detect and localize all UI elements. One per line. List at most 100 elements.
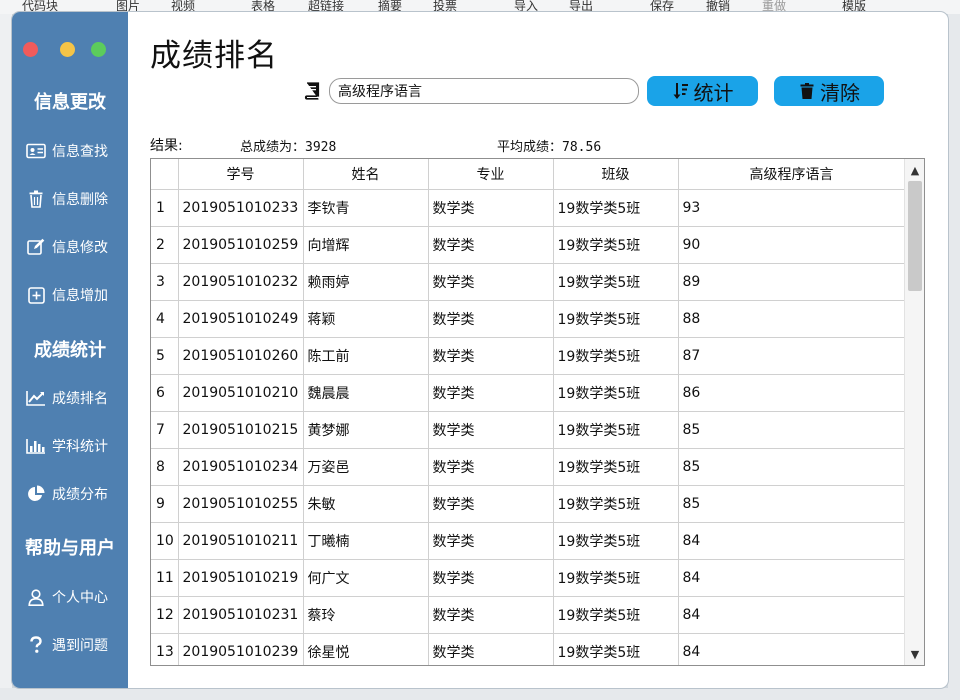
major-cell[interactable]: 数学类 xyxy=(428,633,554,665)
student-id-cell[interactable]: 2019051010231 xyxy=(178,596,304,634)
scrollbar-thumb[interactable] xyxy=(908,181,922,291)
column-header[interactable]: 专业 xyxy=(428,159,554,190)
course-input[interactable] xyxy=(329,78,639,104)
table-row[interactable]: 4 2019051010249 蒋颖 数学类 19数学类5班 88 xyxy=(151,300,906,338)
major-cell[interactable]: 数学类 xyxy=(428,596,554,634)
name-cell[interactable]: 徐星悦 xyxy=(303,633,429,665)
maximize-window-button[interactable] xyxy=(91,42,106,57)
sidebar-item-subject-stats[interactable]: 学科统计 xyxy=(26,434,126,458)
column-header[interactable]: 学号 xyxy=(178,159,304,190)
vertical-scrollbar[interactable]: ▲ ▼ xyxy=(904,159,924,665)
sidebar-item-info-delete[interactable]: 信息删除 xyxy=(26,187,126,211)
sidebar-item-info-search[interactable]: 信息查找 xyxy=(26,139,126,163)
score-cell[interactable]: 84 xyxy=(678,559,906,597)
table-row[interactable]: 7 2019051010215 黄梦娜 数学类 19数学类5班 85 xyxy=(151,411,906,449)
table-row[interactable]: 13 2019051010239 徐星悦 数学类 19数学类5班 84 xyxy=(151,633,906,665)
clear-button[interactable]: 清除 xyxy=(774,76,884,106)
name-cell[interactable]: 蒋颖 xyxy=(303,300,429,338)
score-cell[interactable]: 88 xyxy=(678,300,906,338)
student-id-cell[interactable]: 2019051010219 xyxy=(178,559,304,597)
table-row[interactable]: 10 2019051010211 丁曦楠 数学类 19数学类5班 84 xyxy=(151,522,906,560)
table-row[interactable]: 1 2019051010233 李钦青 数学类 19数学类5班 93 xyxy=(151,189,906,227)
sidebar-item-info-edit[interactable]: 信息修改 xyxy=(26,235,126,259)
major-cell[interactable]: 数学类 xyxy=(428,189,554,227)
student-id-cell[interactable]: 2019051010255 xyxy=(178,485,304,523)
student-id-cell[interactable]: 2019051010259 xyxy=(178,226,304,264)
sidebar-item-score-distribution[interactable]: 成绩分布 xyxy=(26,482,126,506)
table-row[interactable]: 9 2019051010255 朱敏 数学类 19数学类5班 85 xyxy=(151,485,906,523)
score-cell[interactable]: 90 xyxy=(678,226,906,264)
student-id-cell[interactable]: 2019051010249 xyxy=(178,300,304,338)
sidebar-item-personal-center[interactable]: 个人中心 xyxy=(26,585,126,609)
student-id-cell[interactable]: 2019051010232 xyxy=(178,263,304,301)
minimize-window-button[interactable] xyxy=(60,42,75,57)
major-cell[interactable]: 数学类 xyxy=(428,337,554,375)
major-cell[interactable]: 数学类 xyxy=(428,226,554,264)
major-cell[interactable]: 数学类 xyxy=(428,411,554,449)
score-cell[interactable]: 86 xyxy=(678,374,906,412)
column-header[interactable]: 姓名 xyxy=(303,159,429,190)
table-row[interactable]: 2 2019051010259 向增辉 数学类 19数学类5班 90 xyxy=(151,226,906,264)
name-cell[interactable]: 黄梦娜 xyxy=(303,411,429,449)
table-row[interactable]: 5 2019051010260 陈工前 数学类 19数学类5班 87 xyxy=(151,337,906,375)
class-cell[interactable]: 19数学类5班 xyxy=(553,596,679,634)
score-cell[interactable]: 85 xyxy=(678,448,906,486)
score-cell[interactable]: 84 xyxy=(678,633,906,665)
name-cell[interactable]: 何广文 xyxy=(303,559,429,597)
class-cell[interactable]: 19数学类5班 xyxy=(553,300,679,338)
table-row[interactable]: 11 2019051010219 何广文 数学类 19数学类5班 84 xyxy=(151,559,906,597)
column-header[interactable]: 班级 xyxy=(553,159,679,190)
table-row[interactable]: 12 2019051010231 蔡玲 数学类 19数学类5班 84 xyxy=(151,596,906,634)
major-cell[interactable]: 数学类 xyxy=(428,522,554,560)
class-cell[interactable]: 19数学类5班 xyxy=(553,448,679,486)
column-header[interactable]: 高级程序语言 xyxy=(678,159,906,190)
name-cell[interactable]: 朱敏 xyxy=(303,485,429,523)
class-cell[interactable]: 19数学类5班 xyxy=(553,522,679,560)
class-cell[interactable]: 19数学类5班 xyxy=(553,633,679,665)
student-id-cell[interactable]: 2019051010234 xyxy=(178,448,304,486)
table-row[interactable]: 3 2019051010232 赖雨婷 数学类 19数学类5班 89 xyxy=(151,263,906,301)
student-id-cell[interactable]: 2019051010211 xyxy=(178,522,304,560)
major-cell[interactable]: 数学类 xyxy=(428,263,554,301)
name-cell[interactable]: 万姿邑 xyxy=(303,448,429,486)
score-cell[interactable]: 84 xyxy=(678,522,906,560)
class-cell[interactable]: 19数学类5班 xyxy=(553,226,679,264)
class-cell[interactable]: 19数学类5班 xyxy=(553,263,679,301)
name-cell[interactable]: 蔡玲 xyxy=(303,596,429,634)
class-cell[interactable]: 19数学类5班 xyxy=(553,559,679,597)
student-id-cell[interactable]: 2019051010239 xyxy=(178,633,304,665)
student-id-cell[interactable]: 2019051010260 xyxy=(178,337,304,375)
close-window-button[interactable] xyxy=(23,42,38,57)
name-cell[interactable]: 向增辉 xyxy=(303,226,429,264)
name-cell[interactable]: 赖雨婷 xyxy=(303,263,429,301)
stat-button[interactable]: 统计 xyxy=(647,76,758,106)
score-cell[interactable]: 87 xyxy=(678,337,906,375)
major-cell[interactable]: 数学类 xyxy=(428,485,554,523)
scroll-down-arrow-icon[interactable]: ▼ xyxy=(905,645,924,663)
name-cell[interactable]: 魏晨晨 xyxy=(303,374,429,412)
sidebar-item-info-add[interactable]: 信息增加 xyxy=(26,283,126,307)
name-cell[interactable]: 丁曦楠 xyxy=(303,522,429,560)
major-cell[interactable]: 数学类 xyxy=(428,300,554,338)
class-cell[interactable]: 19数学类5班 xyxy=(553,374,679,412)
scroll-up-arrow-icon[interactable]: ▲ xyxy=(905,161,924,179)
sidebar-item-help[interactable]: 遇到问题 xyxy=(26,633,126,657)
class-cell[interactable]: 19数学类5班 xyxy=(553,485,679,523)
student-id-cell[interactable]: 2019051010233 xyxy=(178,189,304,227)
sidebar-item-score-rank[interactable]: 成绩排名 xyxy=(26,386,126,410)
table-row[interactable]: 6 2019051010210 魏晨晨 数学类 19数学类5班 86 xyxy=(151,374,906,412)
score-cell[interactable]: 85 xyxy=(678,485,906,523)
student-id-cell[interactable]: 2019051010210 xyxy=(178,374,304,412)
name-cell[interactable]: 陈工前 xyxy=(303,337,429,375)
major-cell[interactable]: 数学类 xyxy=(428,448,554,486)
major-cell[interactable]: 数学类 xyxy=(428,374,554,412)
class-cell[interactable]: 19数学类5班 xyxy=(553,189,679,227)
table-row[interactable]: 8 2019051010234 万姿邑 数学类 19数学类5班 85 xyxy=(151,448,906,486)
class-cell[interactable]: 19数学类5班 xyxy=(553,337,679,375)
major-cell[interactable]: 数学类 xyxy=(428,559,554,597)
score-cell[interactable]: 85 xyxy=(678,411,906,449)
name-cell[interactable]: 李钦青 xyxy=(303,189,429,227)
class-cell[interactable]: 19数学类5班 xyxy=(553,411,679,449)
student-id-cell[interactable]: 2019051010215 xyxy=(178,411,304,449)
score-cell[interactable]: 93 xyxy=(678,189,906,227)
